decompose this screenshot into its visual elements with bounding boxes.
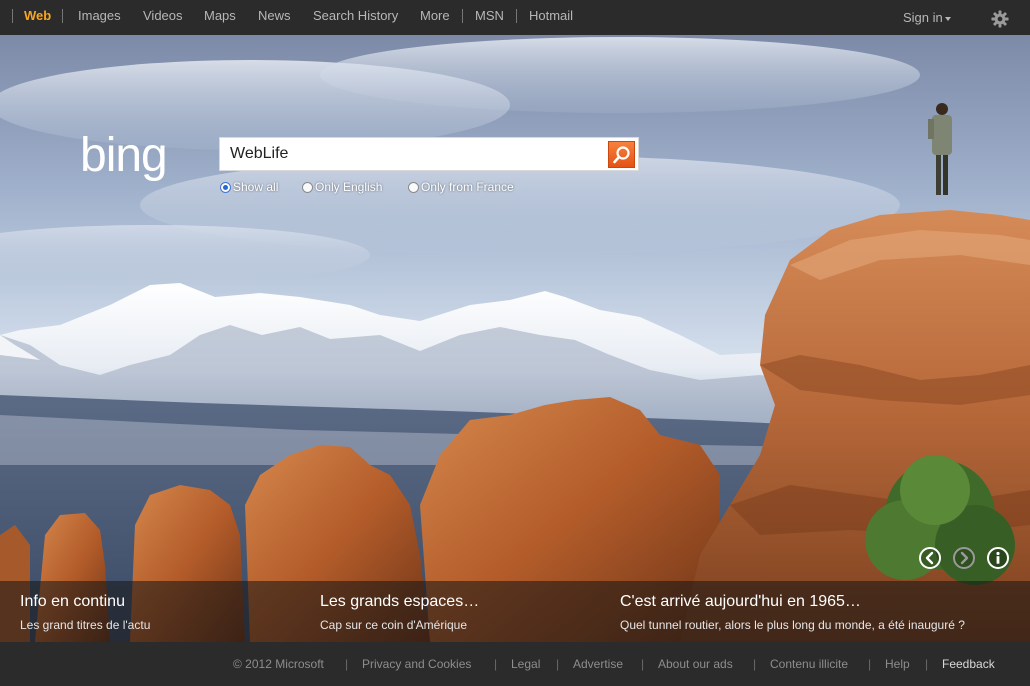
nav-web[interactable]: Web	[24, 9, 51, 23]
search-button[interactable]	[608, 141, 635, 168]
footer-separator: |	[868, 657, 872, 671]
search-input[interactable]	[220, 138, 600, 170]
footer-separator: |	[494, 657, 498, 671]
caption-title: Info en continu	[20, 593, 125, 610]
background-photo	[0, 35, 1030, 642]
footer-separator: |	[345, 657, 349, 671]
nav-search-history[interactable]: Search History	[313, 9, 398, 23]
footer-link-legal[interactable]: Legal	[511, 657, 540, 671]
search-box	[219, 137, 639, 171]
nav-separator	[462, 9, 463, 23]
top-navigation-bar: Web Images Videos Maps News Search Histo…	[0, 0, 1030, 35]
caption-subtitle: Quel tunnel routier, alors le plus long …	[620, 618, 965, 632]
footer-link-help[interactable]: Help	[885, 657, 910, 671]
filter-label: Only from France	[421, 180, 514, 194]
radio-icon	[408, 181, 419, 193]
sign-in-button[interactable]: Sign in	[903, 11, 951, 25]
chevron-right-icon[interactable]	[953, 547, 975, 569]
filter-label: Only English	[315, 180, 383, 194]
nav-msn[interactable]: MSN	[475, 9, 504, 23]
radio-icon	[302, 181, 313, 193]
search-icon	[613, 146, 630, 164]
footer-link-feedback[interactable]: Feedback	[942, 657, 995, 671]
nav-images[interactable]: Images	[78, 9, 121, 23]
sign-in-label: Sign in	[903, 10, 943, 25]
footer-separator: |	[925, 657, 929, 671]
nav-hotmail[interactable]: Hotmail	[529, 9, 573, 23]
bing-logo[interactable]: bing	[80, 133, 210, 185]
footer-link-contenu-illicite[interactable]: Contenu illicite	[770, 657, 848, 671]
footer-separator: |	[641, 657, 645, 671]
filter-only-english[interactable]: Only English	[302, 180, 382, 194]
nav-more[interactable]: More	[420, 9, 450, 23]
info-icon[interactable]	[987, 547, 1009, 569]
news-caption-strip: Info en continu Les grand titres de l'ac…	[0, 581, 1030, 642]
filter-show-all[interactable]: Show all	[220, 180, 278, 194]
footer: © 2012 Microsoft | Privacy and Cookies |…	[0, 642, 1030, 686]
caption-subtitle: Les grand titres de l'actu	[20, 618, 151, 632]
footer-separator: |	[556, 657, 560, 671]
filter-only-from-france[interactable]: Only from France	[408, 180, 514, 194]
chevron-left-icon[interactable]	[919, 547, 941, 569]
footer-separator: |	[753, 657, 757, 671]
radio-icon	[220, 181, 231, 193]
caption-title: C'est arrivé aujourd'hui en 1965…	[620, 593, 861, 610]
copyright: © 2012 Microsoft	[233, 657, 324, 671]
nav-news[interactable]: News	[258, 9, 291, 23]
footer-link-advertise[interactable]: Advertise	[573, 657, 623, 671]
filter-label: Show all	[233, 180, 279, 194]
nav-separator	[516, 9, 517, 23]
nav-separator	[12, 9, 13, 23]
footer-link-about-ads[interactable]: About our ads	[658, 657, 733, 671]
nav-maps[interactable]: Maps	[204, 9, 236, 23]
nav-videos[interactable]: Videos	[143, 9, 183, 23]
caption-title: Les grands espaces…	[320, 593, 480, 610]
nav-separator	[62, 9, 63, 23]
bing-logo-text: bing	[80, 133, 167, 182]
footer-link-privacy[interactable]: Privacy and Cookies	[362, 657, 471, 671]
caret-down-icon	[944, 16, 951, 21]
caption-subtitle: Cap sur ce coin d'Amérique	[320, 618, 468, 632]
gear-icon[interactable]	[991, 10, 1009, 28]
